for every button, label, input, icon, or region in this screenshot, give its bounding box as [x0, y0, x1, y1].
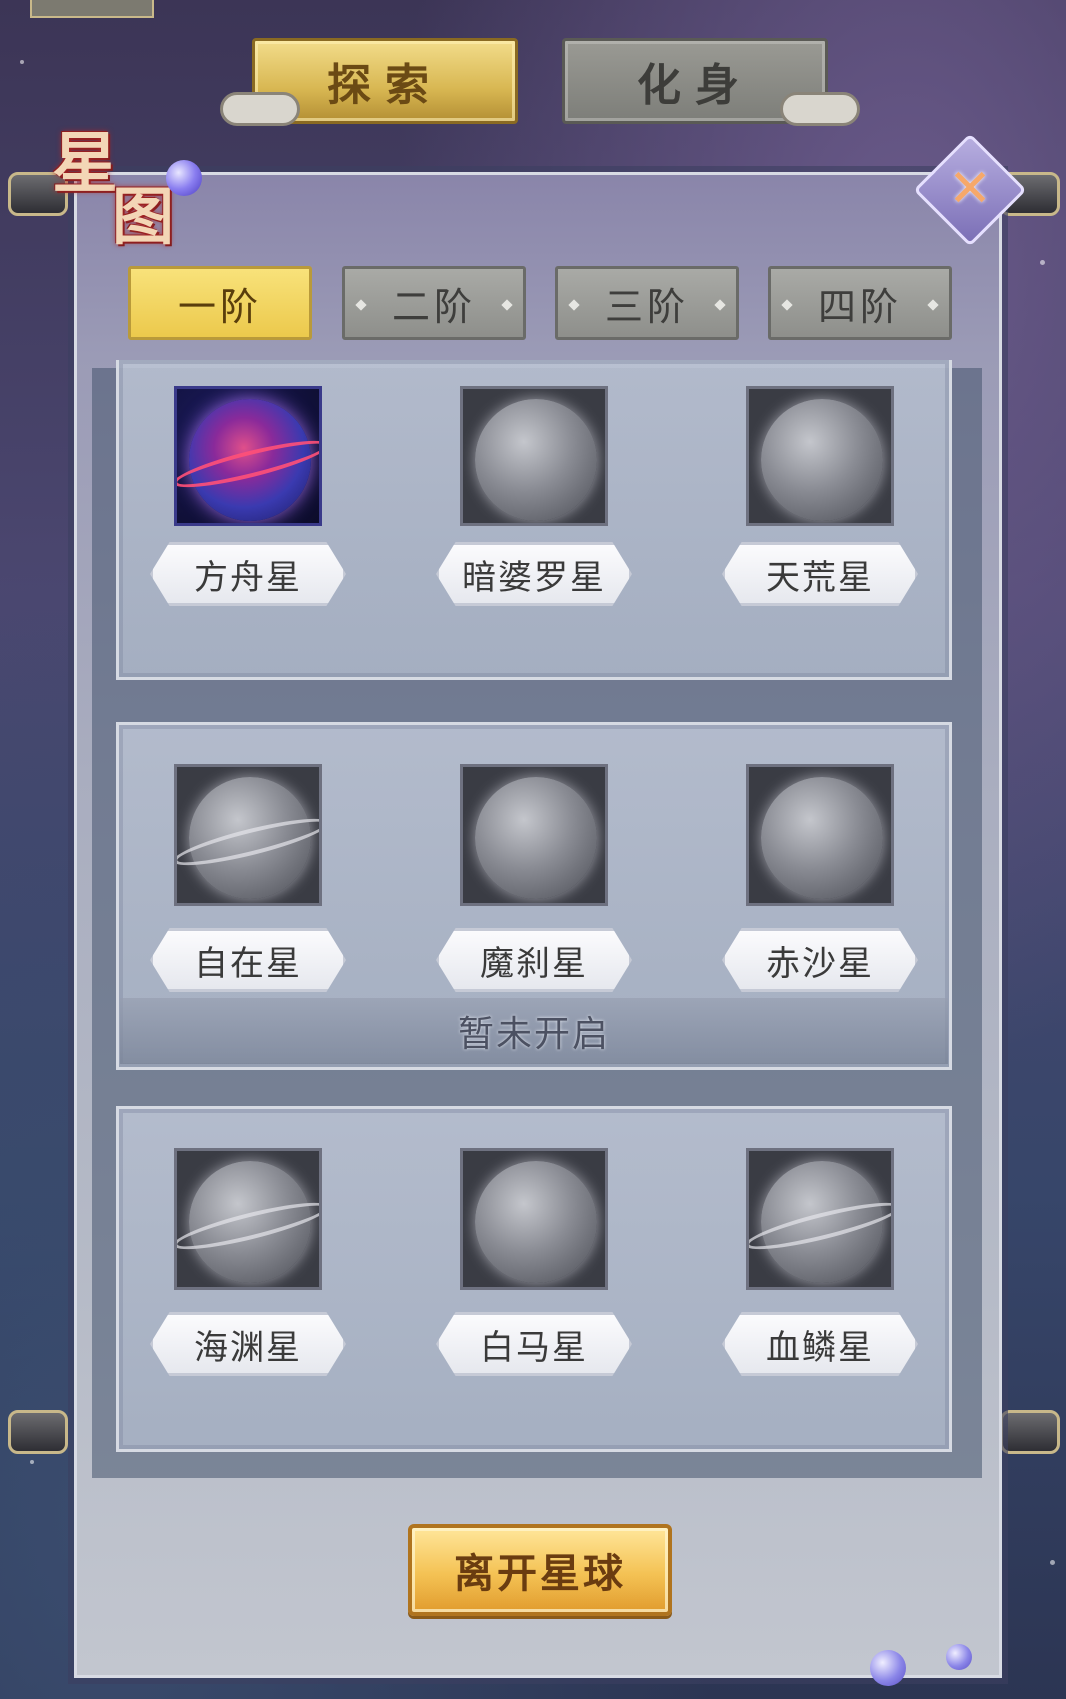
scroll-rod-end-right: [1000, 1410, 1060, 1454]
planet-image-tianhuang[interactable]: [746, 386, 894, 526]
star-decoration: [30, 1460, 34, 1464]
cloud-ornament: [780, 92, 860, 126]
orb-decoration: [870, 1650, 906, 1686]
planet-image-mocha[interactable]: [460, 764, 608, 906]
planet-icon: [761, 777, 883, 899]
star-decoration: [20, 60, 24, 64]
planet-icon: [475, 399, 597, 521]
planet-name-tag[interactable]: 海渊星: [150, 1312, 346, 1376]
orb-decoration: [166, 160, 202, 196]
planet-name-tag[interactable]: 方舟星: [150, 542, 346, 606]
title-char-2: 图: [112, 180, 175, 253]
planet-icon: [761, 399, 883, 521]
planet-image-fangzhou[interactable]: [174, 386, 322, 526]
cloud-ornament: [220, 92, 300, 126]
scroll-rod-end-left: [8, 1410, 68, 1454]
planet-image-anpoluo[interactable]: [460, 386, 608, 526]
planet-icon: [475, 1161, 597, 1283]
close-icon[interactable]: ✕: [938, 152, 1002, 226]
tier-tab-2[interactable]: 二阶: [342, 266, 526, 340]
tier-tab-4[interactable]: 四阶: [768, 266, 952, 340]
star-map-title: 星 图: [48, 110, 178, 253]
planet-image-baima[interactable]: [460, 1148, 608, 1290]
planet-image-chisha[interactable]: [746, 764, 894, 906]
tier-tab-1[interactable]: 一阶: [128, 266, 312, 340]
locked-status: 暂未开启: [120, 998, 948, 1064]
leave-planet-button[interactable]: 离开星球: [408, 1524, 672, 1616]
star-decoration: [1040, 260, 1045, 265]
planet-name-tag[interactable]: 血鳞星: [722, 1312, 918, 1376]
planet-name-tag[interactable]: 赤沙星: [722, 928, 918, 992]
planet-name-tag[interactable]: 天荒星: [722, 542, 918, 606]
top-bar-remnant: [30, 0, 154, 18]
title-char-1: 星: [52, 124, 118, 202]
planet-name-tag[interactable]: 暗婆罗星: [436, 542, 632, 606]
planet-name-tag[interactable]: 魔刹星: [436, 928, 632, 992]
orb-decoration: [946, 1644, 972, 1670]
planet-image-zizai[interactable]: [174, 764, 322, 906]
planet-name-tag[interactable]: 自在星: [150, 928, 346, 992]
planet-image-xuelin[interactable]: [746, 1148, 894, 1290]
planet-image-haiyuan[interactable]: [174, 1148, 322, 1290]
tier-tab-3[interactable]: 三阶: [555, 266, 739, 340]
planet-name-tag[interactable]: 白马星: [436, 1312, 632, 1376]
planet-icon: [475, 777, 597, 899]
star-decoration: [1050, 1560, 1055, 1565]
